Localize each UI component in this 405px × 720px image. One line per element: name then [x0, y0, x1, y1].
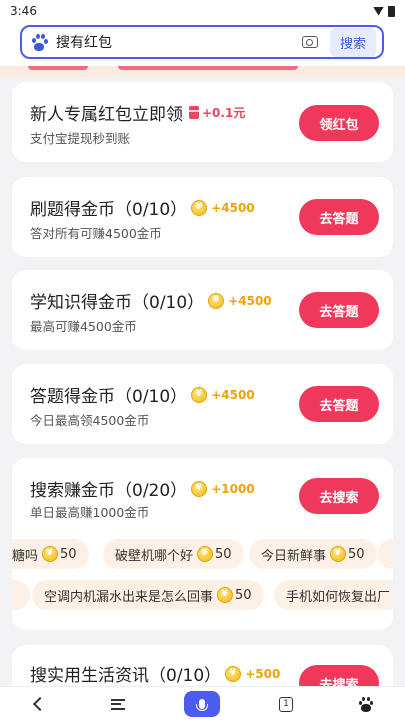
search-suggestion-chip[interactable]: 今日新鲜事 50: [249, 539, 377, 569]
search-suggestion-chip[interactable]: 空调内机漏水出来是怎么回事 50: [32, 580, 264, 610]
tabs-button[interactable]: 1: [268, 691, 304, 717]
search-button[interactable]: 搜索: [329, 27, 376, 57]
coin-icon: [42, 546, 59, 562]
search-box[interactable]: 搜索: [20, 25, 384, 59]
search-suggestion-chip[interactable]: 手机如何恢复出厂: [274, 580, 393, 610]
task-title: 搜实用生活资讯（0/10） +500: [30, 661, 280, 686]
go-answer-button[interactable]: 去答题: [299, 292, 379, 328]
microphone-icon: [196, 699, 208, 711]
task-title: 新人专属红包立即领 +0.1元: [30, 105, 246, 125]
go-answer-button[interactable]: 去答题: [299, 386, 379, 422]
go-answer-button[interactable]: 去答题: [299, 199, 379, 235]
task-card-search: 搜索赚金币（0/20） +1000 单日最高赚1000金币 去搜索 糖吗 50 …: [12, 458, 393, 630]
claim-redpacket-button[interactable]: 领红包: [299, 105, 379, 141]
coin-icon: [191, 480, 208, 497]
go-search-button[interactable]: 去搜索: [299, 478, 379, 514]
battery-icon: [388, 5, 395, 17]
back-icon: [32, 696, 48, 712]
coin-icon: [191, 386, 208, 403]
coin-icon: [330, 546, 347, 562]
status-time: 3:46: [10, 4, 37, 18]
status-bar: 3:46: [0, 0, 405, 22]
task-subtitle: 单日最高赚1000金币: [30, 505, 150, 520]
home-button[interactable]: [348, 691, 384, 717]
coin-icon: [217, 587, 234, 603]
voice-search-button[interactable]: [184, 691, 220, 717]
task-card-answer: 答题得金币（0/10） +4500 今日最高领4500金币 去答题: [12, 364, 393, 444]
task-subtitle: 答对所有可赚4500金币: [30, 226, 162, 241]
menu-icon: [111, 698, 125, 710]
search-suggestion-chip[interactable]: [12, 580, 30, 610]
task-reward: +0.1元: [202, 106, 246, 120]
red-packet-icon: [189, 106, 199, 119]
task-subtitle: 支付宝提现秒到账: [30, 131, 131, 146]
camera-icon[interactable]: [301, 36, 318, 48]
tabs-icon: 1: [279, 696, 293, 712]
task-title: 搜索赚金币（0/20） +1000: [30, 476, 255, 501]
wifi-icon: [373, 6, 384, 16]
task-subtitle: 最高可赚4500金币: [30, 319, 137, 334]
task-subtitle: 今日最高领4500金币: [30, 413, 150, 428]
task-reward: +4500: [211, 387, 255, 402]
task-card-learn: 学知识得金币（0/10） +4500 最高可赚4500金币 去答题: [12, 270, 393, 350]
baidu-home-icon: [358, 696, 374, 712]
task-reward: +500: [245, 666, 281, 681]
task-title: 答题得金币（0/10） +4500: [30, 382, 255, 407]
search-suggestion-chip[interactable]: 糖吗 50: [12, 539, 89, 569]
task-title: 刷题得金币（0/10） +4500: [30, 195, 255, 220]
task-card-quiz: 刷题得金币（0/10） +4500 答对所有可赚4500金币 去答题: [12, 177, 393, 257]
banner-strip: [0, 66, 405, 80]
menu-button[interactable]: [100, 691, 136, 717]
search-suggestion-chip[interactable]: [378, 539, 393, 569]
coin-icon: [225, 665, 242, 682]
task-reward: +1000: [211, 481, 255, 496]
task-reward: +4500: [228, 293, 272, 308]
bottom-nav: 1: [0, 686, 405, 720]
task-reward: +4500: [211, 200, 255, 215]
baidu-paw-icon: [30, 33, 48, 51]
status-icons: [373, 5, 395, 17]
coin-icon: [208, 292, 225, 309]
back-button[interactable]: [20, 691, 56, 717]
task-card-redpacket: 新人专属红包立即领 +0.1元 支付宝提现秒到账 领红包: [12, 82, 393, 162]
task-title: 学知识得金币（0/10） +4500: [30, 288, 272, 313]
search-suggestion-chip[interactable]: 破壁机哪个好 50: [103, 539, 244, 569]
search-input[interactable]: [56, 34, 302, 50]
coin-icon: [191, 199, 208, 216]
coin-icon: [197, 546, 214, 562]
search-header: 搜索: [0, 22, 405, 66]
